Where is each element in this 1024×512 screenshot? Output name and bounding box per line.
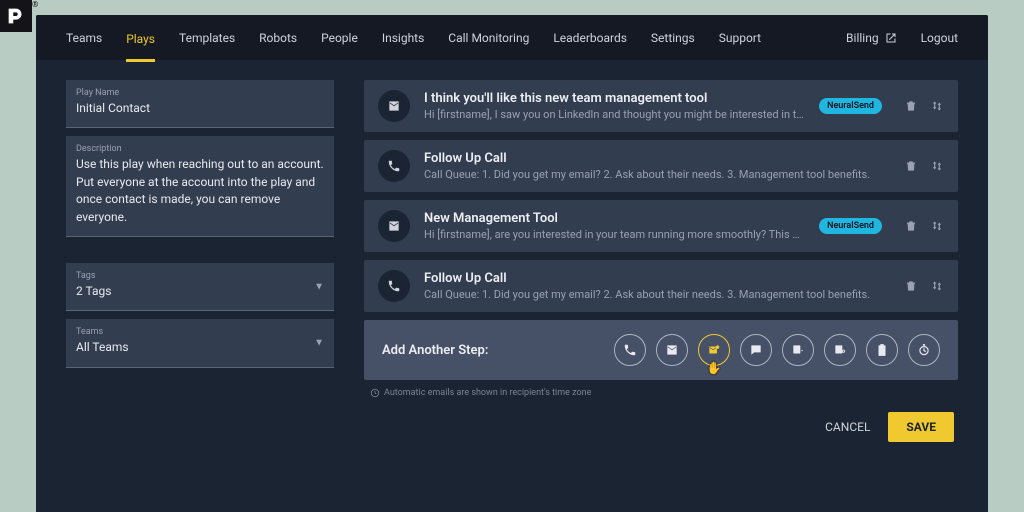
step-title: New Management Tool <box>424 211 805 226</box>
field-label: Play Name <box>76 88 324 98</box>
add-chat-button[interactable] <box>740 334 772 366</box>
sidebar-form: Play Name Initial Contact Description Us… <box>66 80 334 442</box>
nav-insights[interactable]: Insights <box>382 15 424 60</box>
top-nav: Teams Plays Templates Robots People Insights C… <box>36 15 988 60</box>
step-title: Follow Up Call <box>424 271 882 286</box>
add-email-button[interactable] <box>656 334 688 366</box>
nav-settings[interactable]: Settings <box>651 15 695 60</box>
add-clock-button[interactable] <box>908 334 940 366</box>
brand-logo <box>0 0 32 32</box>
add-step-label: Add Another Step: <box>382 343 488 358</box>
delete-step-button[interactable] <box>904 219 918 233</box>
nav-call-monitoring[interactable]: Call Monitoring <box>448 15 529 60</box>
nav-people[interactable]: People <box>321 15 358 60</box>
footer-actions: CANCEL SAVE <box>364 412 958 442</box>
add-clipboard-button[interactable] <box>866 334 898 366</box>
teams-select[interactable]: Teams All Teams ▼ <box>66 319 334 367</box>
field-value: 2 Tags <box>76 283 324 300</box>
phone-icon <box>378 150 410 182</box>
reorder-step-handle[interactable] <box>930 99 944 113</box>
steps-panel: I think you'll like this new team manage… <box>364 80 958 442</box>
registered-mark: ® <box>32 0 38 9</box>
reorder-step-handle[interactable] <box>930 279 944 293</box>
field-value: All Teams <box>76 339 324 356</box>
nav-robots[interactable]: Robots <box>259 15 297 60</box>
step-row[interactable]: I think you'll like this new team manage… <box>364 80 958 132</box>
field-value: Initial Contact <box>76 100 324 117</box>
step-title: Follow Up Call <box>424 151 882 166</box>
reorder-step-handle[interactable] <box>930 219 944 233</box>
nav-leaderboards[interactable]: Leaderboards <box>553 15 627 60</box>
neuralsend-badge: NeuralSend <box>819 98 882 114</box>
email-icon <box>378 90 410 122</box>
step-row[interactable]: Follow Up Call Call Queue: 1. Did you ge… <box>364 140 958 192</box>
delete-step-button[interactable] <box>904 99 918 113</box>
nav-plays[interactable]: Plays <box>126 17 155 62</box>
timezone-note: Automatic emails are shown in recipient'… <box>370 388 958 398</box>
delete-step-button[interactable] <box>904 159 918 173</box>
field-value: Use this play when reaching out to an ac… <box>76 156 324 226</box>
step-subtitle: Hi [firstname], I saw you on LinkedIn an… <box>424 108 805 121</box>
nav-templates[interactable]: Templates <box>179 15 235 60</box>
cancel-button[interactable]: CANCEL <box>825 420 870 434</box>
nav-billing[interactable]: Billing <box>846 31 897 45</box>
step-title: I think you'll like this new team manage… <box>424 91 805 106</box>
add-step-row: Add Another Step: ✋ <box>364 320 958 380</box>
field-label: Description <box>76 144 324 154</box>
nav-support[interactable]: Support <box>719 15 761 60</box>
chevron-down-icon: ▼ <box>314 281 324 292</box>
step-subtitle: Call Queue: 1. Did you get my email? 2. … <box>424 168 882 181</box>
cursor-icon: ✋ <box>707 361 722 375</box>
field-label: Teams <box>76 327 324 337</box>
save-button[interactable]: SAVE <box>888 412 954 442</box>
add-task-add-button[interactable] <box>782 334 814 366</box>
add-phone-button[interactable] <box>614 334 646 366</box>
email-icon <box>378 210 410 242</box>
nav-logout[interactable]: Logout <box>921 31 958 45</box>
tags-select[interactable]: Tags 2 Tags ▼ <box>66 263 334 311</box>
chevron-down-icon: ▼ <box>314 338 324 349</box>
add-smart-email-button[interactable]: ✋ <box>698 334 730 366</box>
clock-icon <box>370 388 380 398</box>
play-name-field[interactable]: Play Name Initial Contact <box>66 80 334 128</box>
reorder-step-handle[interactable] <box>930 159 944 173</box>
step-row[interactable]: New Management Tool Hi [firstname], are … <box>364 200 958 252</box>
step-subtitle: Call Queue: 1. Did you get my email? 2. … <box>424 288 882 301</box>
description-field[interactable]: Description Use this play when reaching … <box>66 136 334 237</box>
app-window: Teams Plays Templates Robots People Insights C… <box>36 15 988 512</box>
step-row[interactable]: Follow Up Call Call Queue: 1. Did you ge… <box>364 260 958 312</box>
delete-step-button[interactable] <box>904 279 918 293</box>
field-label: Tags <box>76 271 324 281</box>
neuralsend-badge: NeuralSend <box>819 218 882 234</box>
external-link-icon <box>885 32 897 44</box>
add-task-link-button[interactable] <box>824 334 856 366</box>
step-subtitle: Hi [firstname], are you interested in yo… <box>424 228 805 241</box>
phone-icon <box>378 270 410 302</box>
nav-teams[interactable]: Teams <box>66 15 102 60</box>
